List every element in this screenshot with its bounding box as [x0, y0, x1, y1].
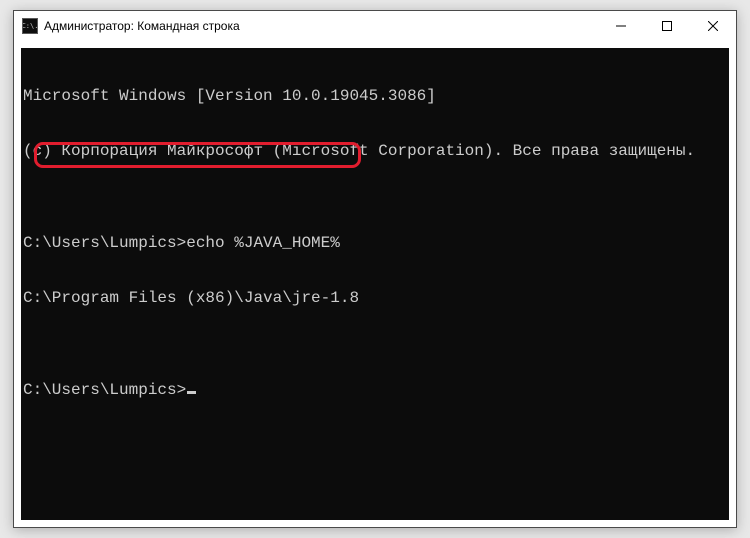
- window-title: Администратор: Командная строка: [44, 19, 598, 33]
- terminal-line: C:\Users\Lumpics>echo %JAVA_HOME%: [23, 234, 729, 252]
- terminal-prompt: C:\Users\Lumpics>: [23, 381, 186, 399]
- cursor-icon: [187, 391, 196, 394]
- terminal-line: (c) Корпорация Майкрософт (Microsoft Cor…: [23, 142, 729, 160]
- close-button[interactable]: [690, 11, 736, 41]
- minimize-button[interactable]: [598, 11, 644, 41]
- cmd-window: C:\. Администратор: Командная строка Mic…: [13, 10, 737, 528]
- terminal-line: Microsoft Windows [Version 10.0.19045.30…: [23, 87, 729, 105]
- cmd-icon: C:\.: [22, 18, 38, 34]
- terminal-prompt-row: C:\Users\Lumpics>: [23, 381, 729, 399]
- terminal-line: C:\Program Files (x86)\Java\jre-1.8: [23, 289, 729, 307]
- titlebar: C:\. Администратор: Командная строка: [14, 11, 736, 41]
- terminal-area[interactable]: Microsoft Windows [Version 10.0.19045.30…: [21, 48, 729, 520]
- window-controls: [598, 11, 736, 41]
- maximize-button[interactable]: [644, 11, 690, 41]
- window-content: Microsoft Windows [Version 10.0.19045.30…: [14, 41, 736, 527]
